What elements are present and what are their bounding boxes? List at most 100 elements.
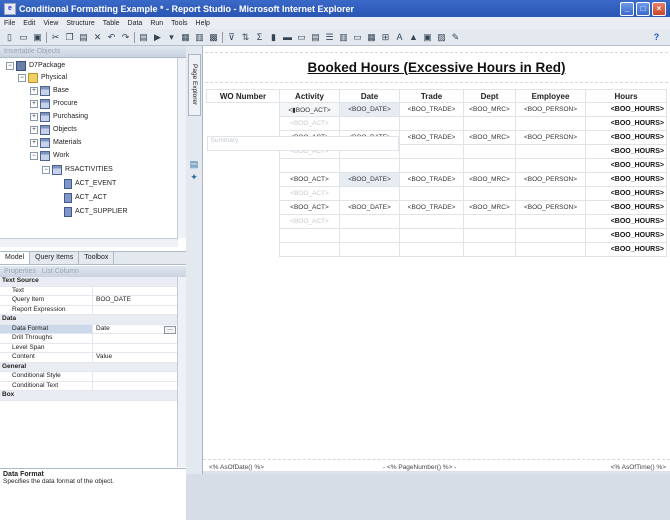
menu-data[interactable]: Data <box>124 20 147 27</box>
hours-cell[interactable]: <BOO_HOURS> <box>585 116 667 131</box>
save-icon[interactable]: ▣ <box>32 32 43 43</box>
column-header[interactable]: Dept <box>463 89 516 103</box>
table-cell[interactable] <box>463 158 516 173</box>
tree-node[interactable]: + Materials <box>30 137 81 148</box>
merge-cells-icon[interactable]: ▭ <box>352 32 363 43</box>
copy-icon[interactable]: ❐ <box>64 32 75 43</box>
show-properties-icon[interactable]: ▥ <box>194 32 205 43</box>
insert-row-icon[interactable]: ☰ <box>324 32 335 43</box>
group-icon[interactable]: ▮ <box>268 32 279 43</box>
tree-node[interactable]: + Procure <box>30 98 78 109</box>
table-cell[interactable] <box>339 242 400 257</box>
tree-node[interactable]: − D7Package <box>6 60 65 71</box>
report-title[interactable]: Booked Hours (Excessive Hours in Red) <box>203 60 670 75</box>
table-cell[interactable]: <BOO_MRC> <box>463 130 516 145</box>
hours-cell[interactable]: <BOO_HOURS> <box>585 228 667 243</box>
footer-page-number[interactable]: - <% PageNumber() %> - <box>383 464 456 471</box>
table-cell[interactable]: <BOO_TRADE> <box>399 172 464 187</box>
hours-cell[interactable]: <BOO_HOURS> <box>585 186 667 201</box>
menu-view[interactable]: View <box>39 20 62 27</box>
table-cell[interactable] <box>339 116 400 131</box>
expand-icon[interactable]: + <box>30 125 38 134</box>
tree-node[interactable]: + Base <box>30 85 69 96</box>
table-cell[interactable]: <BOO_PERSON> <box>515 130 586 145</box>
view-report-icon[interactable]: ▤ <box>138 32 149 43</box>
tree-node[interactable]: − Physical <box>18 72 67 83</box>
hours-cell[interactable]: <BOO_HOURS> <box>585 158 667 173</box>
table-cell[interactable] <box>399 186 464 201</box>
borders-icon[interactable]: ⊞ <box>380 32 391 43</box>
table-cell[interactable]: <BOO_ACT> <box>279 116 340 131</box>
table-cell[interactable] <box>463 144 516 159</box>
menu-tools[interactable]: Tools <box>167 20 191 27</box>
table-cell[interactable] <box>399 228 464 243</box>
expand-icon[interactable]: + <box>30 112 38 121</box>
table-cell[interactable]: <BOO_DATE> <box>339 200 400 215</box>
cut-icon[interactable]: ✂ <box>50 32 61 43</box>
menu-help[interactable]: Help <box>192 20 214 27</box>
new-icon[interactable]: ▯ <box>4 32 15 43</box>
background-icon[interactable]: ▣ <box>422 32 433 43</box>
hours-cell[interactable]: <BOO_HOURS> <box>585 130 667 145</box>
table-cell[interactable]: <BOO_TRADE> <box>399 102 464 117</box>
expand-icon[interactable]: + <box>30 86 38 95</box>
color-icon[interactable]: ▲ <box>408 32 419 43</box>
column-header[interactable]: Employee <box>515 89 586 103</box>
sort-icon[interactable]: ⇅ <box>240 32 251 43</box>
menu-structure[interactable]: Structure <box>62 20 98 27</box>
table-cell[interactable] <box>279 242 340 257</box>
expand-icon[interactable]: + <box>30 138 38 147</box>
table-cell[interactable] <box>463 242 516 257</box>
table-cell[interactable]: <BOO_ACT> <box>279 172 340 187</box>
property-row[interactable]: Text <box>0 286 178 296</box>
table-cell[interactable] <box>463 186 516 201</box>
menu-edit[interactable]: Edit <box>19 20 39 27</box>
table-cell[interactable] <box>279 228 340 243</box>
table-cell[interactable]: <BOO_TRADE> <box>399 200 464 215</box>
close-icon[interactable]: × <box>652 2 666 16</box>
table-cell[interactable]: <BOO_DATE> <box>339 172 400 187</box>
table-cell[interactable]: <BOO_DATE> <box>339 102 400 117</box>
collapse-icon[interactable]: − <box>42 165 50 174</box>
column-header[interactable]: Trade <box>399 89 464 103</box>
collapse-icon[interactable]: − <box>6 61 14 70</box>
redo-icon[interactable]: ↷ <box>120 32 131 43</box>
table-cell[interactable]: <BOO_ACT> <box>279 200 340 215</box>
hours-cell[interactable]: <BOO_HOURS> <box>585 214 667 229</box>
edit-icon[interactable]: ✎ <box>450 32 461 43</box>
table-cell[interactable]: <BOO_PERSON> <box>515 102 586 117</box>
table-cell[interactable] <box>463 214 516 229</box>
tab-query-items[interactable]: Query Items <box>30 252 80 264</box>
insert-column-icon[interactable]: ▥ <box>338 32 349 43</box>
hours-cell[interactable]: <BOO_HOURS> <box>585 102 667 117</box>
property-row-data-format[interactable]: Data Format Date… <box>0 324 178 334</box>
table-cell[interactable] <box>515 144 586 159</box>
property-row[interactable]: Query Item BOO_DATE <box>0 296 178 306</box>
table-cell[interactable]: <BOO_MRC> <box>463 102 516 117</box>
menu-run[interactable]: Run <box>146 20 167 27</box>
column-header[interactable]: Date <box>339 89 400 103</box>
tab-toolbox[interactable]: Toolbox <box>79 252 115 264</box>
tree-node[interactable]: ACT_EVENT <box>64 178 116 189</box>
style-icon[interactable]: ▨ <box>436 32 447 43</box>
property-row[interactable]: Conditional Text <box>0 381 178 391</box>
aggregate-icon[interactable]: Σ <box>254 32 265 43</box>
table-cell[interactable] <box>339 228 400 243</box>
table-cell[interactable] <box>515 242 586 257</box>
hours-cell[interactable]: <BOO_HOURS> <box>585 144 667 159</box>
run-dropdown-icon[interactable]: ▾ <box>166 32 177 43</box>
property-row[interactable]: Report Expression <box>0 305 178 315</box>
split-cells-icon[interactable]: ▦ <box>366 32 377 43</box>
tree-node[interactable]: + Purchasing <box>30 111 88 122</box>
filter-icon[interactable]: ⊽ <box>226 32 237 43</box>
tree-vertical-scrollbar[interactable] <box>177 58 186 238</box>
table-cell[interactable] <box>515 186 586 201</box>
help-icon[interactable]: ? <box>651 32 662 43</box>
table-cell[interactable]: <BOO_MRC> <box>463 172 516 187</box>
property-row[interactable]: Content Value <box>0 353 178 363</box>
expand-icon[interactable]: + <box>30 99 38 108</box>
table-cell[interactable]: Summary <box>206 135 399 151</box>
tree-node[interactable]: − RSACTIVITIES <box>42 164 113 175</box>
paste-icon[interactable]: ▤ <box>78 32 89 43</box>
property-row[interactable]: Level Span <box>0 343 178 353</box>
